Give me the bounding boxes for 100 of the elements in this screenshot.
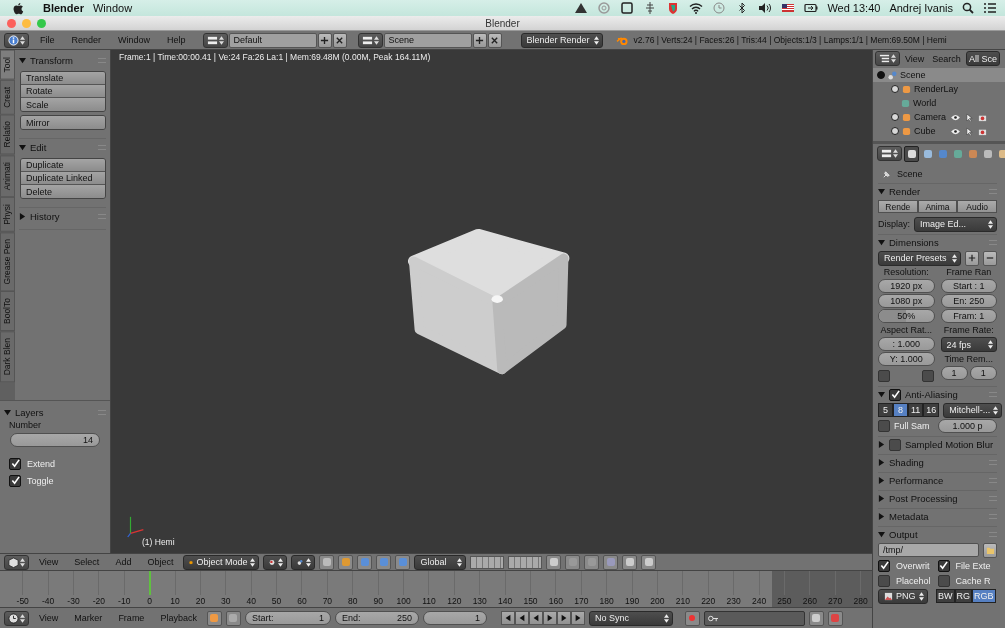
expand-toggle-icon[interactable] bbox=[891, 127, 899, 135]
sample-count-option[interactable]: 8 bbox=[893, 403, 908, 417]
editor-type-button[interactable] bbox=[4, 32, 29, 48]
number-field[interactable]: 1920 px bbox=[878, 279, 935, 293]
toolbar-button[interactable] bbox=[225, 610, 241, 626]
wifi-icon[interactable] bbox=[689, 2, 704, 14]
toolbar-button[interactable] bbox=[376, 554, 392, 570]
expand-toggle-icon[interactable] bbox=[877, 71, 885, 79]
sample-count-option[interactable]: 11 bbox=[908, 403, 924, 417]
checkbox-label[interactable]: Placehol bbox=[896, 575, 931, 586]
editor-type-button[interactable] bbox=[877, 146, 902, 161]
clock-icon[interactable] bbox=[712, 2, 727, 14]
add-button[interactable] bbox=[317, 32, 332, 48]
panel-title[interactable]: Render bbox=[889, 186, 921, 197]
menu-item[interactable]: Select bbox=[68, 557, 106, 567]
start-frame-field[interactable]: Start: 1 bbox=[244, 611, 331, 625]
toolbar-button[interactable] bbox=[395, 554, 411, 570]
menubar-clock[interactable]: Wed 13:40 bbox=[827, 2, 881, 14]
current-frame-field[interactable]: 1 bbox=[422, 611, 487, 625]
outliner-row[interactable]: Scene bbox=[873, 68, 1005, 82]
menu-item[interactable]: View bbox=[33, 557, 65, 567]
editor-type-button[interactable] bbox=[357, 32, 383, 48]
disclosure-triangle-icon[interactable] bbox=[878, 531, 885, 538]
add-button[interactable] bbox=[472, 32, 487, 48]
panel-title[interactable]: Dimensions bbox=[889, 237, 939, 248]
render-action-button[interactable]: Rende bbox=[878, 200, 918, 213]
checkbox-label[interactable]: File Exte bbox=[955, 560, 991, 571]
tool-tab[interactable]: Dark Blen bbox=[0, 331, 15, 383]
properties-tab[interactable] bbox=[904, 145, 919, 162]
sample-count-option[interactable]: 16 bbox=[923, 403, 940, 417]
layer-grid[interactable] bbox=[508, 555, 543, 569]
panel-title[interactable]: Anti-Aliasing bbox=[905, 389, 958, 400]
tool-button[interactable]: Duplicate bbox=[21, 159, 105, 172]
disclosure-triangle-icon[interactable] bbox=[878, 391, 885, 398]
disclosure-triangle-icon[interactable] bbox=[19, 56, 26, 64]
color-mode-option[interactable]: RGB bbox=[972, 589, 996, 603]
drive-icon[interactable] bbox=[574, 2, 589, 14]
tool-tab[interactable]: Tool bbox=[0, 50, 15, 80]
color-mode-option[interactable]: BW bbox=[936, 589, 955, 603]
scene-field[interactable]: Scene bbox=[383, 32, 472, 48]
toolbar-button[interactable] bbox=[357, 554, 373, 570]
menu-item[interactable]: Window bbox=[112, 35, 157, 45]
checkbox[interactable] bbox=[9, 457, 21, 470]
toolbar-button[interactable] bbox=[584, 554, 600, 570]
tool-tab[interactable]: Creat bbox=[0, 79, 15, 115]
tool-tab[interactable]: BoolTo bbox=[0, 291, 15, 332]
pin-icon[interactable] bbox=[882, 169, 891, 179]
number-field[interactable]: 1 bbox=[940, 366, 968, 380]
tool-tab[interactable]: Grease Pen bbox=[0, 232, 15, 292]
menu-item[interactable]: Playback bbox=[154, 613, 203, 623]
checkbox[interactable] bbox=[878, 420, 890, 432]
playback-button[interactable] bbox=[500, 611, 515, 625]
toolbar-button[interactable] bbox=[546, 554, 562, 570]
shading-dropdown[interactable] bbox=[263, 554, 288, 570]
checkbox[interactable] bbox=[889, 438, 901, 451]
editor-type-button[interactable] bbox=[4, 554, 29, 570]
toolbar-button[interactable] bbox=[319, 554, 335, 570]
list-icon[interactable] bbox=[983, 2, 997, 14]
checkbox[interactable] bbox=[937, 574, 950, 587]
file-format-dropdown[interactable]: PNG bbox=[878, 588, 928, 604]
outliner-row[interactable]: RenderLay bbox=[873, 82, 1005, 96]
user-name[interactable]: Andrej Ivanis bbox=[889, 2, 953, 14]
mode-dropdown[interactable]: Object Mode bbox=[183, 554, 260, 570]
render-action-button[interactable]: Anima bbox=[917, 200, 958, 213]
checkbox[interactable] bbox=[878, 574, 890, 587]
apple-logo-icon[interactable] bbox=[13, 1, 24, 15]
render-action-button[interactable]: Audio bbox=[957, 200, 997, 213]
folder-button[interactable] bbox=[983, 542, 997, 558]
expand-toggle-icon[interactable] bbox=[891, 113, 899, 121]
disclosure-triangle-icon[interactable] bbox=[878, 459, 885, 466]
disclosure-triangle-icon[interactable] bbox=[878, 477, 885, 484]
panel-title[interactable]: Post Processing bbox=[889, 493, 958, 504]
disclosure-triangle-icon[interactable] bbox=[878, 239, 885, 246]
sample-count-option[interactable]: 5 bbox=[878, 403, 893, 417]
number-field[interactable]: 1080 px bbox=[878, 294, 935, 308]
close-button[interactable] bbox=[7, 19, 16, 28]
number-field[interactable]: Y: 1.000 bbox=[878, 352, 935, 366]
display-filter-dropdown[interactable]: All Sce bbox=[965, 51, 1000, 66]
panel-title[interactable]: Output bbox=[889, 529, 918, 540]
layer-grid[interactable] bbox=[470, 555, 505, 569]
tool-button[interactable]: Translate bbox=[21, 72, 105, 85]
panel-title[interactable]: Edit bbox=[30, 141, 47, 153]
cloud-icon[interactable] bbox=[597, 2, 612, 14]
editor-type-button[interactable] bbox=[875, 51, 900, 66]
toolbar-button[interactable] bbox=[641, 554, 657, 570]
orientation-dropdown[interactable]: Global bbox=[414, 554, 467, 570]
delete-button[interactable] bbox=[487, 32, 502, 48]
number-field[interactable]: : 1.000 bbox=[878, 337, 935, 351]
square-icon[interactable] bbox=[620, 2, 635, 14]
menu-item[interactable]: View bbox=[33, 613, 65, 623]
sync-dropdown[interactable]: No Sync bbox=[588, 610, 673, 626]
toolbar-button[interactable] bbox=[808, 610, 824, 626]
pivot-dropdown[interactable] bbox=[291, 554, 316, 570]
tool-button[interactable]: Rotate bbox=[21, 85, 105, 98]
tool-button[interactable]: Delete bbox=[21, 185, 105, 198]
checkbox[interactable] bbox=[937, 559, 950, 572]
eye-icon[interactable] bbox=[950, 113, 961, 121]
add-button[interactable] bbox=[965, 250, 979, 266]
tool-tab[interactable]: Relatio bbox=[0, 114, 15, 155]
checkbox[interactable] bbox=[9, 474, 21, 487]
